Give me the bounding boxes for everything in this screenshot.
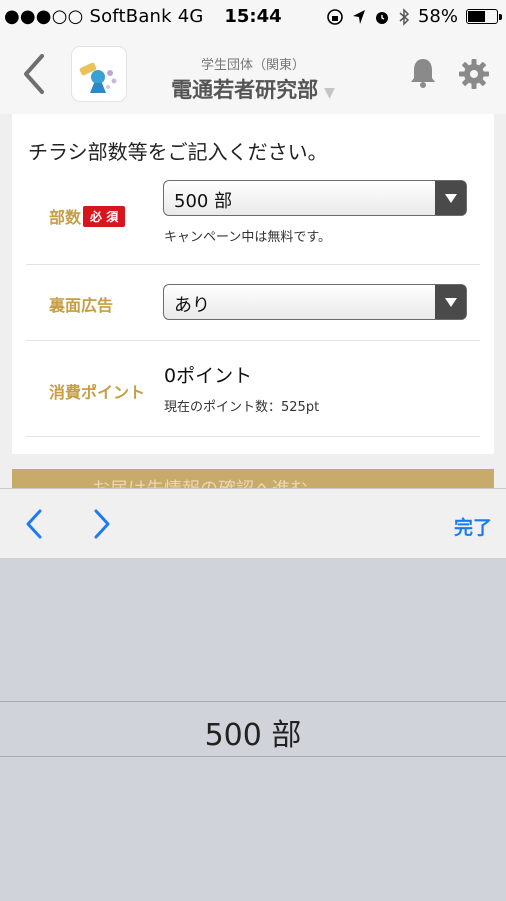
current-points: 現在のポイント数：525pt (164, 400, 320, 415)
previous-field-chevron-icon[interactable] (22, 507, 48, 541)
required-badge: 必 須 (83, 206, 126, 227)
done-button[interactable]: 完了 (454, 513, 492, 540)
copies-label-text: 部数 (49, 208, 82, 227)
divider (26, 436, 480, 437)
back-ad-label: 裏面広告 (49, 296, 114, 315)
rotation-lock-icon (327, 8, 343, 25)
copies-select-value: 500 部 (174, 191, 233, 212)
points-label: 消費ポイント (49, 383, 146, 402)
next-field-chevron-icon[interactable] (88, 507, 114, 541)
points-value: 0ポイント (164, 365, 253, 387)
form-heading: チラシ部数等をご記入ください。 (28, 140, 328, 164)
location-icon (352, 9, 365, 24)
divider (26, 340, 480, 341)
gear-icon[interactable] (458, 58, 490, 90)
nav-header: 学生団体（関東） 電通若者研究部 ▼ (0, 36, 506, 115)
form-card: チラシ部数等をご記入ください。 部数必 須 500 部 キャンペーン中は無料です… (12, 114, 494, 454)
picker-wheel[interactable]: 500 部 (0, 558, 506, 901)
nav-title: 電通若者研究部 (171, 78, 319, 102)
status-bar: ●●●○○ SoftBank 4G 15:44 58% (0, 0, 506, 36)
back-ad-select-value: あり (174, 295, 210, 316)
battery-icon (466, 9, 502, 24)
battery-percent: 58% (417, 6, 458, 27)
next-step-label: お届け先情報の確認へ進む (92, 475, 308, 489)
divider (26, 264, 480, 265)
dropdown-arrow-icon (435, 181, 466, 215)
bluetooth-icon (399, 7, 410, 26)
picker-toolbar: 完了 (0, 488, 506, 559)
picker-selected-option[interactable]: 500 部 (0, 710, 506, 754)
back-ad-select[interactable]: あり (163, 284, 467, 320)
bell-icon[interactable] (408, 56, 438, 90)
dropdown-arrow-icon (435, 285, 466, 319)
dropdown-triangle-icon: ▼ (324, 85, 335, 101)
alarm-icon (375, 11, 388, 24)
copies-label: 部数必 須 (49, 204, 126, 228)
copies-select[interactable]: 500 部 (163, 180, 467, 216)
next-step-button[interactable]: お届け先情報の確認へ進む (12, 469, 494, 489)
status-icons: 58% (326, 6, 502, 27)
campaign-note: キャンペーン中は無料です。 (164, 230, 332, 245)
